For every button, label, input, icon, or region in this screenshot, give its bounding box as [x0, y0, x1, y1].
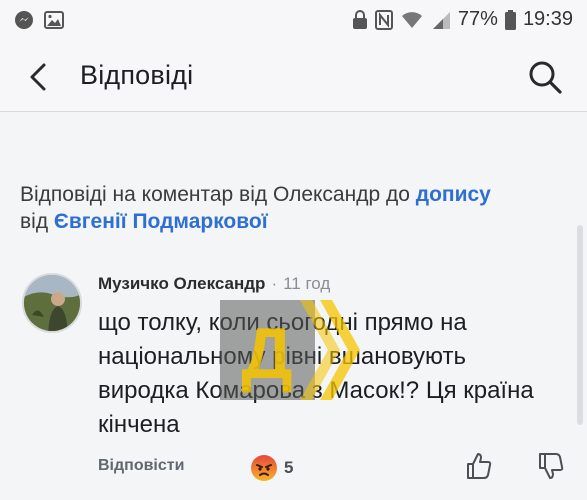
comment-meta: Музичко Олександр · 11 год — [98, 274, 330, 294]
messenger-icon — [15, 11, 33, 29]
reaction-count: 5 — [284, 458, 294, 477]
reply-context: Відповіді на коментар від Олександр до д… — [20, 181, 560, 235]
thumbs-down-icon[interactable] — [536, 451, 566, 481]
status-bar-notifications — [14, 10, 64, 30]
reaction-summary[interactable]: 5 — [250, 454, 293, 482]
wifi-icon — [401, 11, 422, 28]
page-title: Відповіді — [80, 60, 194, 90]
context-prefix: Відповіді на коментар від Олександр до — [20, 183, 416, 206]
status-bar: 77% 19:39 — [0, 0, 587, 42]
clock: 19:39 — [522, 8, 573, 30]
post-author-link[interactable]: Євгенії Подмаркової — [54, 210, 268, 233]
reply-button[interactable]: Відповісти — [98, 457, 184, 475]
signal-icon — [432, 11, 450, 29]
battery-percent: 77% — [457, 8, 498, 30]
meta-separator: · — [271, 274, 278, 293]
battery-icon — [504, 9, 516, 30]
context-middle: від — [20, 210, 54, 233]
comment-time: 11 год — [283, 274, 331, 293]
gallery-icon — [44, 11, 64, 29]
post-link[interactable]: допису — [416, 183, 491, 206]
angry-emoji-icon — [251, 455, 277, 481]
avatar-photo — [24, 275, 80, 331]
search-icon[interactable] — [527, 59, 563, 95]
avatar[interactable] — [22, 273, 82, 333]
thumbs-up-icon[interactable] — [464, 451, 494, 481]
comment-text: що толку, коли сьогодні прямо на націона… — [98, 309, 534, 438]
status-bar-system: 77% 19:39 — [352, 8, 573, 31]
nfc-icon — [374, 9, 393, 30]
top-app-bar: Відповіді — [0, 42, 587, 112]
scrollbar[interactable] — [577, 225, 583, 425]
comment-actions: Відповісти 5 — [98, 453, 568, 485]
back-arrow-icon[interactable] — [22, 60, 56, 94]
alarm-lock-icon — [352, 9, 367, 29]
comment-author[interactable]: Музичко Олександр — [98, 274, 265, 294]
